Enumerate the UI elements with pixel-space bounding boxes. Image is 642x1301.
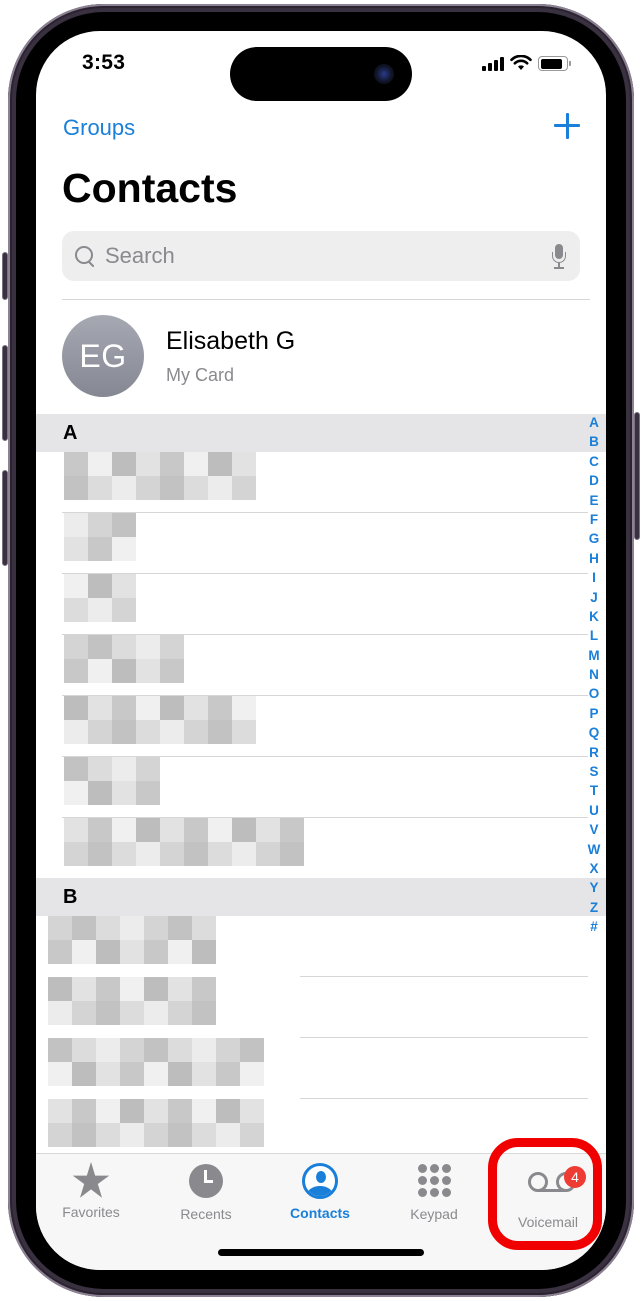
index-letter[interactable]: D	[589, 471, 599, 490]
voicemail-badge: 4	[564, 1166, 586, 1188]
index-letter[interactable]: B	[589, 432, 599, 451]
contact-row[interactable]	[36, 696, 588, 757]
redacted-contact-name	[64, 452, 256, 500]
keypad-icon	[417, 1164, 451, 1197]
index-letter[interactable]: L	[590, 626, 598, 645]
index-letter[interactable]: Q	[589, 723, 600, 742]
index-letter[interactable]: O	[589, 684, 600, 703]
groups-button[interactable]: Groups	[63, 115, 135, 141]
wifi-icon	[510, 55, 532, 70]
contact-row[interactable]	[36, 757, 588, 818]
index-letter[interactable]: M	[588, 646, 599, 665]
action-button	[2, 252, 8, 300]
page-title: Contacts	[62, 165, 238, 211]
camera-icon	[374, 64, 394, 84]
contact-row[interactable]	[36, 1099, 588, 1160]
index-letter[interactable]: E	[589, 491, 598, 510]
index-letter[interactable]: F	[590, 510, 598, 529]
screen: 3:53 Groups Contacts Search EG Elisabeth…	[36, 31, 606, 1270]
index-letter[interactable]: K	[589, 607, 599, 626]
tab-voicemail[interactable]: 4 Voicemail	[498, 1162, 598, 1230]
index-letter[interactable]: S	[589, 762, 598, 781]
redacted-contact-name	[48, 916, 216, 964]
index-letter[interactable]: Y	[589, 878, 598, 897]
search-field[interactable]: Search	[62, 231, 580, 281]
redacted-contact-name	[64, 757, 160, 805]
divider	[62, 299, 590, 300]
power-button	[634, 412, 640, 540]
index-letter[interactable]: V	[589, 820, 598, 839]
redacted-contact-name	[64, 513, 136, 561]
index-letter[interactable]: U	[589, 801, 599, 820]
index-letter[interactable]: P	[589, 704, 598, 723]
index-letter[interactable]: T	[590, 781, 598, 800]
tab-label: Contacts	[290, 1205, 350, 1221]
index-letter[interactable]: J	[590, 588, 598, 607]
index-letter[interactable]: W	[588, 840, 601, 859]
star-icon	[72, 1162, 110, 1198]
search-placeholder[interactable]: Search	[105, 243, 550, 269]
tab-recents[interactable]: Recents	[156, 1162, 256, 1222]
index-letter[interactable]: G	[589, 529, 600, 548]
redacted-contact-name	[48, 977, 216, 1025]
my-card-subtitle: My Card	[166, 365, 235, 385]
battery-icon	[538, 56, 571, 71]
status-icons	[482, 55, 571, 71]
index-letter[interactable]: Z	[590, 898, 598, 917]
tab-favorites[interactable]: Favorites	[41, 1162, 141, 1222]
volume-up-button	[2, 345, 8, 441]
my-card[interactable]: EG Elisabeth G My Card	[62, 313, 590, 403]
tab-label: Favorites	[62, 1204, 120, 1220]
index-letter[interactable]: H	[589, 549, 599, 568]
index-letter[interactable]: X	[589, 859, 598, 878]
contact-row[interactable]	[36, 977, 588, 1038]
my-card-name: Elisabeth G	[166, 327, 296, 355]
contact-row[interactable]	[36, 635, 588, 696]
contact-row[interactable]	[36, 452, 588, 513]
index-letter[interactable]: C	[589, 452, 599, 471]
clock-icon	[189, 1164, 223, 1198]
tab-contacts[interactable]: Contacts	[270, 1162, 370, 1222]
voicemail-icon: 4	[528, 1166, 586, 1194]
section-letter: A	[63, 422, 78, 444]
dynamic-island	[230, 47, 412, 101]
person-circle-icon	[302, 1163, 338, 1199]
add-contact-button[interactable]	[552, 111, 582, 141]
volume-down-button	[2, 470, 8, 566]
redacted-contact-name	[48, 1038, 264, 1086]
redacted-contact-name	[64, 635, 184, 683]
index-letter[interactable]: N	[589, 665, 599, 684]
redacted-contact-name	[64, 696, 256, 744]
microphone-icon[interactable]	[550, 242, 568, 270]
redacted-contact-name	[64, 574, 136, 622]
contact-row[interactable]	[36, 574, 588, 635]
index-letter[interactable]: I	[592, 568, 596, 587]
section-header-b: B	[36, 878, 606, 916]
section-letter: B	[63, 886, 78, 908]
contact-row[interactable]	[36, 513, 588, 574]
alphabet-index[interactable]: A B C D E F G H I J K L M N O P Q R S T U V W X Y Z #	[586, 413, 602, 937]
redacted-contact-name	[64, 818, 304, 866]
tab-label: Keypad	[410, 1206, 458, 1222]
contact-row[interactable]	[36, 916, 588, 977]
index-letter[interactable]: #	[590, 917, 598, 936]
contact-row[interactable]	[36, 1038, 588, 1099]
redacted-contact-name	[48, 1099, 264, 1147]
contact-row[interactable]	[36, 818, 588, 879]
home-indicator	[218, 1249, 424, 1256]
cellular-signal-icon	[482, 57, 504, 71]
avatar: EG	[62, 315, 144, 397]
index-letter[interactable]: R	[589, 743, 599, 762]
tab-keypad[interactable]: Keypad	[384, 1162, 484, 1222]
tab-label: Recents	[180, 1206, 232, 1222]
tab-label: Voicemail	[518, 1214, 578, 1230]
status-time: 3:53	[82, 51, 126, 74]
index-letter[interactable]: A	[589, 413, 599, 432]
section-header-a: A	[36, 414, 606, 452]
search-icon	[74, 245, 96, 267]
